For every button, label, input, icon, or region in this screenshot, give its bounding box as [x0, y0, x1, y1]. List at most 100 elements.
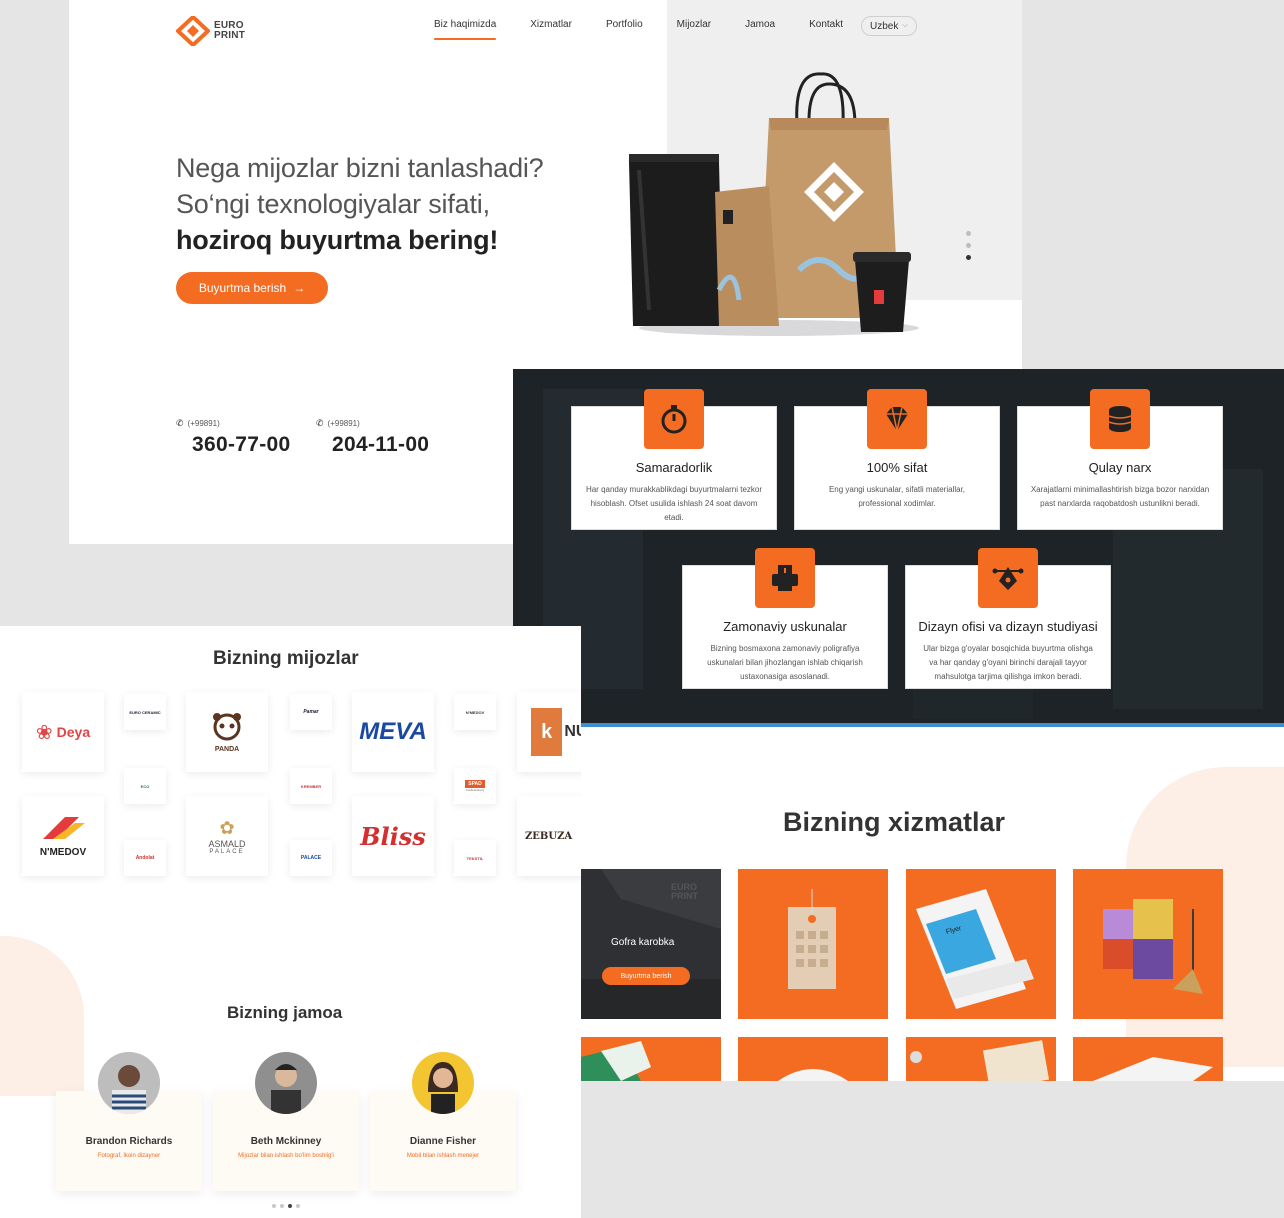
client-logo-spad[interactable]: SPAD Confectionery	[454, 768, 496, 804]
nmedov-logo-icon	[43, 816, 85, 839]
client-logo-euroceramic[interactable]: EURO CERAMIC	[124, 694, 166, 730]
service-card[interactable]	[581, 1037, 721, 1081]
feature-card: Samaradorlik Har qanday murakkablikdagi …	[571, 389, 777, 530]
pen-tool-icon	[978, 548, 1038, 608]
client-logo-andolat[interactable]: Andolat	[124, 840, 166, 876]
avatar	[255, 1052, 317, 1114]
client-logo-text: Deya	[56, 724, 91, 740]
client-logo-text: SPAD	[465, 780, 485, 788]
slider-dot[interactable]	[966, 231, 971, 236]
nav-item-clients[interactable]: Mijozlar	[677, 19, 711, 40]
coins-icon	[1090, 389, 1150, 449]
nav-item-about[interactable]: Biz haqimizda	[434, 19, 497, 40]
service-card[interactable]	[906, 1037, 1056, 1081]
slider-dot-active[interactable]	[966, 255, 971, 260]
hero-title-line-1: Nega mijozlar bizni tanlashadi?	[176, 153, 544, 183]
nav-item-services[interactable]: Xizmatlar	[530, 19, 572, 40]
client-logo-panda[interactable]: PANDA	[186, 692, 268, 772]
printer-icon	[755, 548, 815, 608]
member-role: Fotograf, lkoin dizayner	[97, 1153, 161, 1159]
client-logo-subtext: Confectionery	[465, 788, 485, 792]
feature-title: 100% sifat	[866, 460, 928, 475]
client-logo-meva[interactable]: MEVA	[352, 692, 434, 772]
feature-title: Qulay narx	[1088, 460, 1152, 475]
member-role: Mobil bilan ishlash menejer	[406, 1153, 480, 1159]
nav-item-team[interactable]: Jamoa	[745, 19, 775, 40]
client-logo-eco[interactable]: ECO	[124, 768, 166, 804]
phone-1-code: (+99891)	[187, 419, 220, 428]
client-logo-asmald[interactable]: ✿ ASMALD PALACE	[186, 796, 268, 876]
client-logo-nur[interactable]: k NUR	[517, 692, 581, 772]
service-card-branding[interactable]	[1073, 869, 1223, 1019]
member-name: Dianne Fisher	[409, 1136, 477, 1147]
logo[interactable]: EURO PRINT	[176, 16, 245, 46]
slider-dot-active[interactable]	[288, 1204, 292, 1208]
client-logo-tekstil[interactable]: TEKSTIL	[454, 840, 496, 876]
feature-card: Zamonaviy uskunalar Bizning bosmaxona za…	[682, 548, 888, 689]
client-logo-pamar[interactable]: Pamar	[290, 694, 332, 730]
nav-item-portfolio[interactable]: Portfolio	[606, 19, 643, 40]
feature-card: Dizayn ofisi va dizayn studiyasi Ular bi…	[905, 548, 1111, 689]
features-section: Samaradorlik Har qanday murakkablikdagi …	[513, 369, 1284, 727]
service-order-button[interactable]: Buyurtma berish	[602, 967, 690, 985]
client-logo-bliss[interactable]: Bliss	[352, 796, 434, 876]
packaging-illustration	[628, 72, 919, 336]
client-logo-deya[interactable]: ❀ Deya	[22, 692, 104, 772]
decor-shape	[0, 936, 84, 1096]
phone-1[interactable]: ✆ (+99891) 360-77-00	[176, 418, 290, 457]
hero-slider-dots	[966, 231, 971, 267]
nav-item-contact[interactable]: Kontakt	[809, 19, 843, 40]
client-logo-text: Bliss	[360, 821, 426, 851]
feature-card: Qulay narx Xarajatlarni minimallashtiris…	[1017, 389, 1223, 530]
box-logo-text: EURO PRINT	[671, 882, 698, 901]
client-logo-kremer[interactable]: KREMBER	[290, 768, 332, 804]
feature-desc: Eng yangi uskunalar, sifatli materiallar…	[828, 485, 966, 508]
team-slider-dots	[272, 1204, 304, 1208]
feature-card: 100% sifat Eng yangi uskunalar, sifatli …	[794, 389, 1000, 530]
client-logo-zebuza[interactable]: ZEBUZA	[517, 796, 581, 876]
slider-dot[interactable]	[280, 1204, 284, 1208]
panda-icon	[213, 712, 241, 740]
phone-2-code: (+99891)	[327, 419, 360, 428]
client-logo-nmedov-small[interactable]: N'MEDOV	[454, 694, 496, 730]
diamond-icon	[867, 389, 927, 449]
main-nav: Biz haqimizda Xizmatlar Portfolio Mijozl…	[434, 19, 877, 40]
order-button[interactable]: Buyurtma berish →	[176, 272, 328, 304]
tag-image	[788, 889, 836, 989]
arrow-right-icon: →	[293, 281, 306, 295]
phone-2[interactable]: ✆ (+99891) 204-11-00	[316, 418, 429, 457]
logo-icon	[176, 16, 210, 46]
hero-title-line-2: So‘ngi texnologiyalar sifati,	[176, 189, 490, 219]
slider-dot[interactable]	[272, 1204, 276, 1208]
member-name: Brandon Richards	[85, 1136, 173, 1147]
slider-dot[interactable]	[296, 1204, 300, 1208]
team-title: Bizning jamoa	[227, 1003, 343, 1022]
feature-title: Zamonaviy uskunalar	[723, 619, 847, 634]
nur-badge-icon: k	[531, 708, 563, 756]
client-logo-text: ASMALD	[208, 838, 246, 849]
member-role: Mijozlar bilan ishlash bo'lim boshlig'i	[238, 1153, 334, 1159]
client-logo-text: ZEBUZA	[525, 830, 573, 842]
service-image	[910, 1040, 1050, 1081]
feature-desc: Xarajatlarni minimallashtirish bizga boz…	[1030, 485, 1210, 508]
service-card[interactable]	[738, 1037, 888, 1081]
client-logo-text: MEVA	[359, 718, 427, 745]
service-image	[1093, 1057, 1213, 1081]
phone-2-number: 204-11-00	[332, 433, 430, 456]
service-card-tag[interactable]	[738, 869, 888, 1019]
service-card-gofra[interactable]: EURO PRINT Gofra karobka Buyurtma berish	[581, 869, 721, 1019]
service-card-flyer[interactable]: Flyer	[906, 869, 1056, 1019]
phone-1-number: 360-77-00	[192, 433, 291, 456]
service-card[interactable]	[1073, 1037, 1223, 1081]
service-image	[778, 1069, 848, 1081]
slider-dot[interactable]	[966, 243, 971, 248]
hero-title: Nega mijozlar bizni tanlashadi? So‘ngi t…	[176, 150, 544, 258]
feature-title: Samaradorlik	[635, 460, 713, 475]
client-logo-palace-small[interactable]: PALACE	[290, 840, 332, 876]
language-select[interactable]: Uzbek ⌵	[861, 16, 917, 36]
services-title: Bizning xizmatlar	[783, 807, 1006, 837]
stopwatch-icon	[644, 389, 704, 449]
avatar	[98, 1052, 160, 1114]
deya-flower-icon: ❀	[35, 721, 53, 744]
client-logo-nmedov[interactable]: N'MEDOV	[22, 796, 104, 876]
